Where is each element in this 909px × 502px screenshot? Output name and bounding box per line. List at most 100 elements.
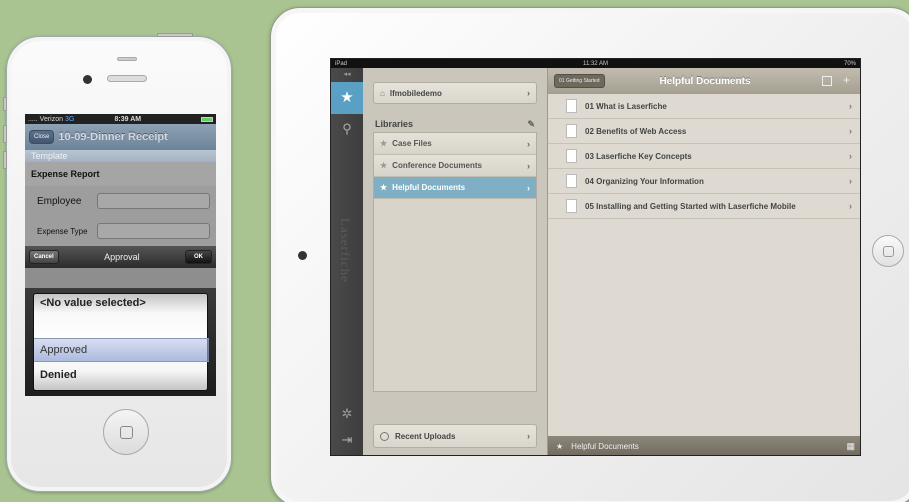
library-item-case-files[interactable]: ★ Case Files ›: [374, 133, 536, 155]
chevron-right-icon: ›: [527, 431, 530, 441]
picker-option-none[interactable]: <No value selected>: [40, 297, 146, 309]
employee-input[interactable]: [97, 193, 210, 209]
document-panel: 01 Getting Started Helpful Documents + 0…: [547, 68, 860, 455]
carrier-label: ..... Verizon: [28, 115, 64, 123]
home-button[interactable]: [103, 409, 149, 455]
power-button: [157, 33, 193, 37]
clock: 8:39 AM: [114, 115, 142, 123]
library-item-label: Case Files: [392, 139, 432, 148]
star-icon: ★: [380, 139, 388, 148]
mute-switch: [3, 97, 7, 111]
picker-option-approved[interactable]: Approved: [40, 344, 87, 356]
chevron-right-icon: ›: [527, 138, 530, 149]
recent-uploads-label: Recent Uploads: [395, 431, 456, 441]
ipad-camera: [298, 251, 307, 260]
add-icon[interactable]: +: [843, 73, 850, 87]
libraries-header: Libraries ✎: [373, 116, 537, 132]
footer-label: Helpful Documents: [571, 442, 639, 451]
document-row[interactable]: 01 What is Laserfiche ›: [548, 94, 860, 119]
document-icon: [566, 149, 577, 163]
library-item-helpful-documents[interactable]: ★ Helpful Documents ›: [374, 177, 536, 199]
picker-wheel[interactable]: <No value selected> Approved Denied: [33, 293, 209, 391]
star-icon: ★: [556, 442, 564, 451]
chevron-right-icon: ›: [849, 126, 852, 136]
document-row[interactable]: 02 Benefits of Web Access ›: [548, 119, 860, 144]
star-icon: ★: [380, 183, 388, 192]
document-name: 05 Installing and Getting Started with L…: [585, 201, 796, 211]
document-name: 03 Laserfiche Key Concepts: [585, 151, 692, 161]
ipad-home-button[interactable]: [872, 235, 904, 267]
grid-view-icon[interactable]: ▦: [846, 441, 855, 452]
document-name: 01 What is Laserfiche: [585, 101, 667, 111]
expense-type-input[interactable]: [97, 223, 210, 239]
document-row[interactable]: 04 Organizing Your Information ›: [548, 169, 860, 194]
chevron-right-icon: ›: [849, 176, 852, 186]
expense-type-field-row: Expense Type: [25, 216, 216, 246]
library-item-label: Helpful Documents: [392, 183, 466, 192]
collapse-icon[interactable]: ◂◂: [331, 68, 363, 82]
ipad-status-bar: iPad 11:32 AM 70%: [331, 59, 860, 68]
proximity-sensor: [117, 57, 137, 61]
library-item-conference-documents[interactable]: ★ Conference Documents ›: [374, 155, 536, 177]
document-nav-bar: 01 Getting Started Helpful Documents +: [548, 68, 860, 94]
battery-label: 70%: [843, 60, 856, 67]
home-icon: ⌂: [380, 88, 385, 98]
close-button[interactable]: Close: [29, 130, 55, 144]
library-panel: ⌂ lfmobiledemo › Libraries ✎ ★ Case File…: [363, 68, 547, 455]
picker-title: Approval: [104, 252, 140, 262]
back-button[interactable]: 01 Getting Started: [554, 74, 605, 88]
document-name: 02 Benefits of Web Access: [585, 126, 687, 136]
picker-toolbar: Cancel Approval OK: [25, 246, 216, 268]
document-row[interactable]: 03 Laserfiche Key Concepts ›: [548, 144, 860, 169]
library-list: ★ Case Files › ★ Conference Documents › …: [373, 132, 537, 392]
network-label: 3G: [64, 115, 75, 123]
battery-icon: [201, 116, 213, 122]
library-item-label: Conference Documents: [392, 161, 482, 170]
document-title: 10-09-Dinner Receipt: [58, 131, 168, 143]
picker-option-denied[interactable]: Denied: [40, 369, 77, 381]
chevron-right-icon: ›: [849, 151, 852, 161]
document-icon: [566, 99, 577, 113]
ok-button[interactable]: OK: [185, 250, 212, 264]
volume-up-button: [3, 125, 7, 143]
volume-down-button: [3, 151, 7, 169]
search-icon[interactable]: ⚲: [331, 114, 363, 144]
brand-label: Laserfiche: [338, 218, 353, 283]
front-camera: [83, 75, 92, 84]
template-name: Expense Report: [25, 162, 216, 186]
repository-button[interactable]: ⌂ lfmobiledemo ›: [373, 82, 537, 104]
home-square-icon: [883, 246, 894, 257]
chevron-right-icon: ›: [849, 201, 852, 211]
ipad-screen: iPad 11:32 AM 70% ◂◂ ★ ⚲ Laserfiche ✲ ⇥ …: [330, 58, 861, 456]
expense-type-label: Expense Type: [37, 226, 88, 236]
clock-icon: [380, 431, 389, 441]
chevron-right-icon: ›: [527, 88, 530, 98]
recent-uploads-button[interactable]: Recent Uploads ›: [373, 424, 537, 448]
document-icon: [566, 199, 577, 213]
document-row[interactable]: 05 Installing and Getting Started with L…: [548, 194, 860, 219]
edit-icon[interactable]: ✎: [527, 119, 535, 130]
logout-icon[interactable]: ⇥: [331, 432, 363, 448]
document-icon: [566, 124, 577, 138]
employee-field-row: Employee: [25, 186, 216, 216]
employee-label: Employee: [37, 195, 82, 207]
approval-picker[interactable]: <No value selected> Approved Denied: [25, 288, 216, 396]
side-rail: ◂◂ ★ ⚲ Laserfiche ✲ ⇥: [331, 68, 363, 455]
chevron-right-icon: ›: [527, 160, 530, 171]
libraries-title: Libraries: [375, 119, 414, 129]
ipad-clock: 11:32 AM: [583, 60, 608, 67]
gear-icon[interactable]: ✲: [331, 406, 363, 422]
favorites-star-icon[interactable]: ★: [331, 82, 363, 114]
template-header: Template: [25, 150, 216, 162]
iphone-screen: ..... Verizon 3G 8:39 AM Close 10-09-Din…: [25, 114, 216, 396]
home-square-icon: [120, 426, 133, 439]
navigation-bar: Close 10-09-Dinner Receipt: [25, 124, 216, 150]
document-name: 04 Organizing Your Information: [585, 176, 704, 186]
chevron-right-icon: ›: [527, 182, 530, 193]
chevron-right-icon: ›: [849, 101, 852, 111]
device-label: iPad: [335, 60, 348, 67]
cancel-button[interactable]: Cancel: [29, 250, 59, 264]
star-icon: ★: [380, 161, 388, 170]
compose-icon[interactable]: [822, 76, 832, 86]
document-footer: ★ Helpful Documents ▦: [548, 436, 860, 455]
